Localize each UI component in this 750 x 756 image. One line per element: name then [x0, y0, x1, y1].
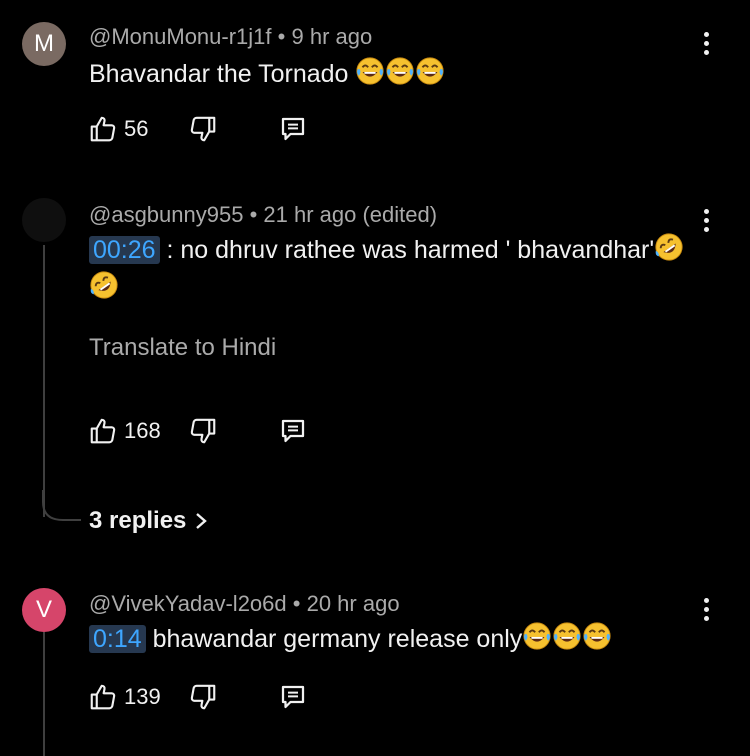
comment-text: 00:26 : no dhruv rathee was harmed ' bha… [89, 232, 684, 268]
more-options-icon[interactable] [694, 202, 718, 238]
author-name[interactable]: @asgbunny955 [89, 202, 243, 227]
rofl-emoji-icon [89, 270, 119, 300]
comment-actions: 168 [88, 416, 388, 452]
comment-time: 21 hr ago (edited) [263, 202, 438, 227]
comment-meta: @MonuMonu-r1j1f • 9 hr ago [89, 24, 372, 50]
like-button[interactable]: 139 [88, 682, 161, 712]
reply-comment-icon [278, 682, 308, 712]
joy-emoji-icon [415, 56, 445, 86]
avatar[interactable]: V [22, 588, 66, 632]
view-replies-button[interactable]: 3 replies [89, 507, 208, 535]
author-name[interactable]: @VivekYadav-l2o6d [89, 591, 287, 616]
comment-meta: @VivekYadav-l2o6d • 20 hr ago [89, 591, 400, 617]
comment-actions: 56 [88, 114, 388, 150]
joy-emoji-icon [355, 56, 385, 86]
more-options-icon[interactable] [694, 25, 718, 61]
replies-label: 3 replies [89, 507, 187, 534]
more-options-icon[interactable] [694, 591, 718, 627]
translate-link[interactable]: Translate to Hindi [89, 334, 276, 362]
thumbs-up-icon [88, 114, 118, 144]
comment-meta: @asgbunny955 • 21 hr ago (edited) [89, 202, 437, 228]
reply-comment-icon [278, 114, 308, 144]
avatar[interactable]: M [22, 22, 66, 66]
timestamp-link[interactable]: 0:14 [89, 625, 146, 653]
dislike-button[interactable] [188, 114, 218, 144]
thumbs-down-icon [188, 682, 218, 712]
joy-emoji-icon [385, 56, 415, 86]
comment-1: M @MonuMonu-r1j1f • 9 hr ago Bhavandar t… [0, 0, 750, 170]
comment-text: 0:14 bhawandar germany release only [89, 621, 612, 657]
comment-text-line-2 [89, 270, 119, 306]
dislike-button[interactable] [188, 682, 218, 712]
like-count: 139 [124, 684, 161, 709]
like-button[interactable]: 56 [88, 114, 148, 144]
like-button[interactable]: 168 [88, 416, 161, 446]
comment-time: 9 hr ago [291, 24, 373, 49]
avatar-letter: V [35, 596, 52, 623]
comment-3: V @VivekYadav-l2o6d • 20 hr ago 0:14 bha… [0, 570, 750, 756]
joy-emoji-icon [522, 621, 552, 651]
comment-2: @asgbunny955 • 21 hr ago (edited) 00:26 … [0, 170, 750, 550]
like-count: 168 [124, 418, 161, 443]
reply-button[interactable] [278, 114, 308, 144]
comment-text: Bhavandar the Tornado [89, 56, 445, 92]
meta-separator: • [292, 591, 301, 616]
author-name[interactable]: @MonuMonu-r1j1f [89, 24, 272, 49]
timestamp-link[interactable]: 00:26 [89, 236, 160, 264]
comment-body: Bhavandar the Tornado [89, 60, 356, 88]
avatar[interactable] [22, 198, 66, 242]
chevron-right-icon [196, 513, 208, 529]
meta-separator: • [277, 24, 286, 49]
comment-body: : no dhruv rathee was harmed ' bhavandha… [159, 236, 655, 264]
thumbs-up-icon [88, 416, 118, 446]
thumbs-down-icon [188, 416, 218, 446]
rofl-emoji-icon [654, 232, 684, 262]
reply-button[interactable] [278, 416, 308, 446]
comment-body: bhawandar germany release only [145, 625, 523, 653]
thumbs-up-icon [88, 682, 118, 712]
joy-emoji-icon [552, 621, 582, 651]
dislike-button[interactable] [188, 416, 218, 446]
comment-actions: 139 [88, 682, 388, 718]
reply-comment-icon [278, 416, 308, 446]
reply-button[interactable] [278, 682, 308, 712]
like-count: 56 [124, 116, 149, 141]
meta-separator: • [249, 202, 258, 227]
comment-time: 20 hr ago [306, 591, 400, 616]
avatar-letter: M [34, 30, 54, 57]
joy-emoji-icon [582, 621, 612, 651]
thumbs-down-icon [188, 114, 218, 144]
